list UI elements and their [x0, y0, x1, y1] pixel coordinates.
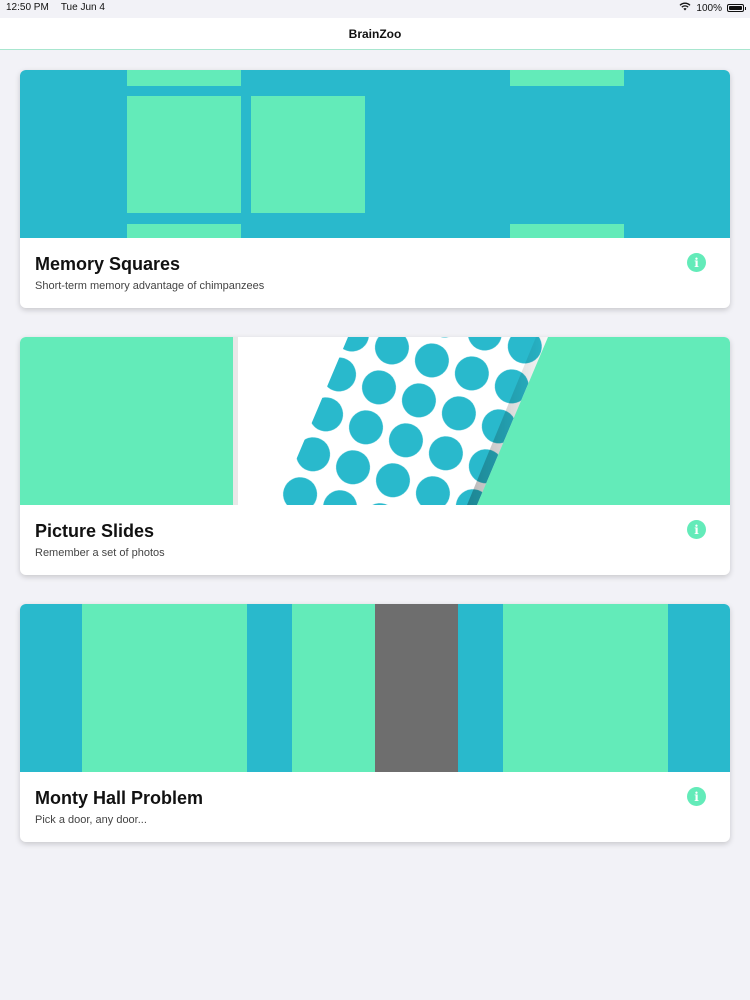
navigation-bar: BrainZoo — [0, 18, 750, 50]
slide-panel-left — [20, 337, 233, 505]
card-body: Memory Squares Short-term memory advanta… — [20, 238, 730, 308]
memory-squares-artwork — [20, 70, 730, 238]
status-right: 100% — [679, 2, 746, 14]
memory-square-tile — [127, 224, 241, 238]
memory-square-tile — [510, 70, 624, 86]
game-card-monty-hall[interactable]: Monty Hall Problem Pick a door, any door… — [20, 604, 730, 842]
game-card-picture-slides[interactable]: Picture Slides Remember a set of photos … — [20, 337, 730, 575]
picture-slides-illustration — [20, 337, 730, 505]
game-title: Memory Squares — [35, 254, 181, 274]
status-bar: 12:50 PM Tue Jun 4 100% — [0, 0, 750, 18]
memory-square-tile — [127, 96, 241, 213]
info-icon[interactable]: i — [687, 520, 706, 539]
door-panel — [82, 604, 247, 772]
battery-icon — [727, 4, 746, 12]
picture-slides-artwork — [20, 337, 730, 505]
status-time: 12:50 PM — [6, 2, 49, 13]
door-panel — [292, 604, 375, 772]
card-body: Picture Slides Remember a set of photos … — [20, 505, 730, 575]
monty-hall-artwork — [20, 604, 730, 772]
status-date: Tue Jun 4 — [60, 2, 105, 13]
memory-square-tile — [127, 70, 241, 86]
card-body: Monty Hall Problem Pick a door, any door… — [20, 772, 730, 842]
game-subtitle: Remember a set of photos — [35, 547, 165, 559]
door-panel — [503, 604, 668, 772]
status-left: 12:50 PM Tue Jun 4 — [6, 2, 105, 13]
battery-percent: 100% — [696, 2, 722, 14]
app-title: BrainZoo — [348, 26, 402, 41]
door-panel-open — [375, 604, 458, 772]
info-icon[interactable]: i — [687, 787, 706, 806]
info-icon[interactable]: i — [687, 253, 706, 272]
game-title: Picture Slides — [35, 521, 155, 541]
game-title: Monty Hall Problem — [35, 788, 204, 808]
game-subtitle: Short-term memory advantage of chimpanze… — [35, 280, 265, 292]
game-subtitle: Pick a door, any door... — [35, 814, 147, 826]
memory-square-tile — [510, 224, 624, 238]
memory-square-tile — [251, 96, 365, 213]
wifi-icon — [679, 2, 691, 14]
battery-fill — [729, 6, 742, 10]
game-card-memory-squares[interactable]: Memory Squares Short-term memory advanta… — [20, 70, 730, 308]
